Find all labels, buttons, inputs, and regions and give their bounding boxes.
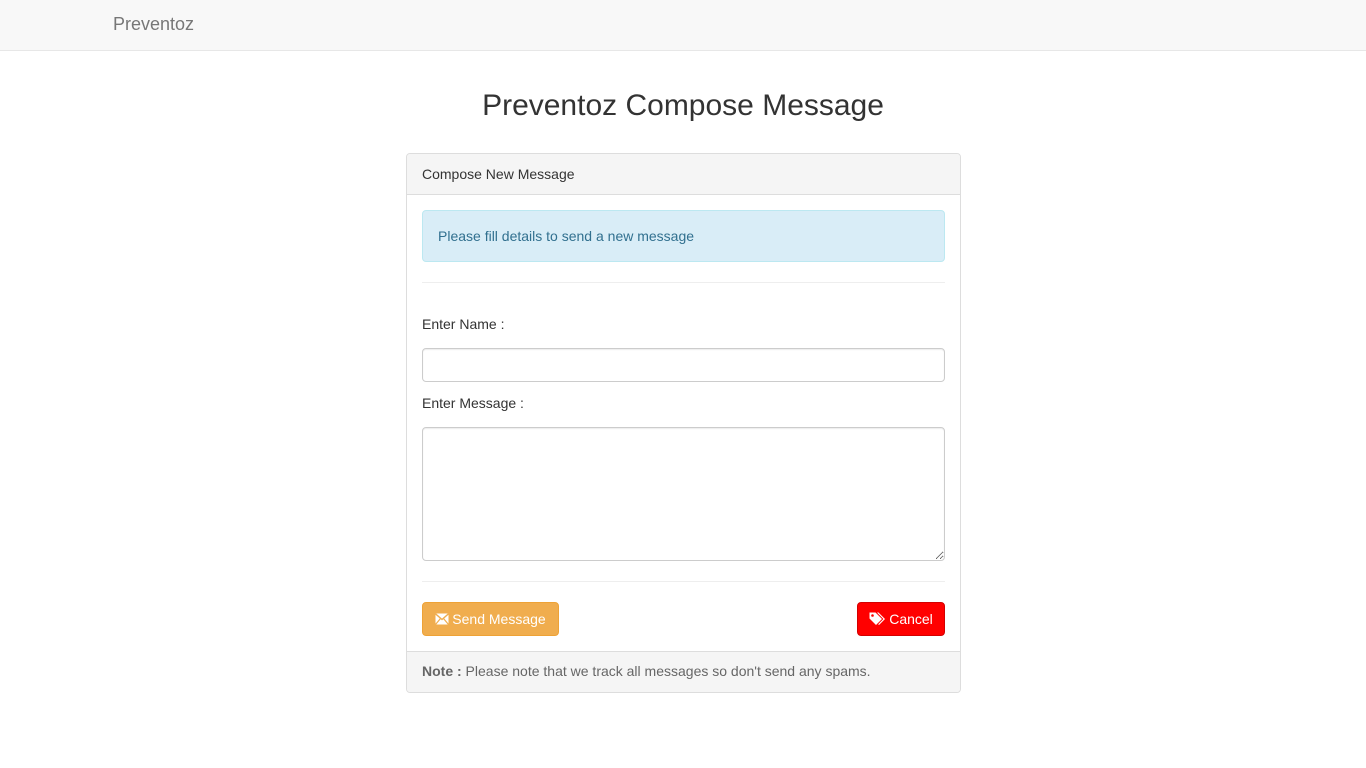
note-label: Note : [422, 663, 462, 679]
info-alert: Please fill details to send a new messag… [422, 210, 945, 262]
message-textarea[interactable] [422, 427, 945, 561]
send-message-label: Send Message [452, 611, 546, 627]
cancel-label: Cancel [889, 611, 933, 627]
brand-link[interactable]: Preventoz [113, 14, 194, 35]
note-text: Please note that we track all messages s… [461, 663, 871, 679]
divider [422, 282, 945, 283]
navbar: Preventoz [0, 0, 1366, 51]
name-input[interactable] [422, 348, 945, 382]
compose-panel: Compose New Message Please fill details … [406, 153, 961, 693]
panel-heading: Compose New Message [407, 154, 960, 195]
name-label: Enter Name : [422, 316, 505, 332]
cancel-button[interactable]: Cancel [857, 602, 945, 636]
divider [422, 581, 945, 582]
send-message-button[interactable]: Send Message [422, 602, 559, 636]
tags-icon [869, 612, 886, 626]
panel-footer: Note : Please note that we track all mes… [407, 651, 960, 692]
message-label: Enter Message : [422, 395, 524, 411]
envelope-icon [435, 613, 450, 625]
page-title: Preventoz Compose Message [482, 89, 884, 122]
